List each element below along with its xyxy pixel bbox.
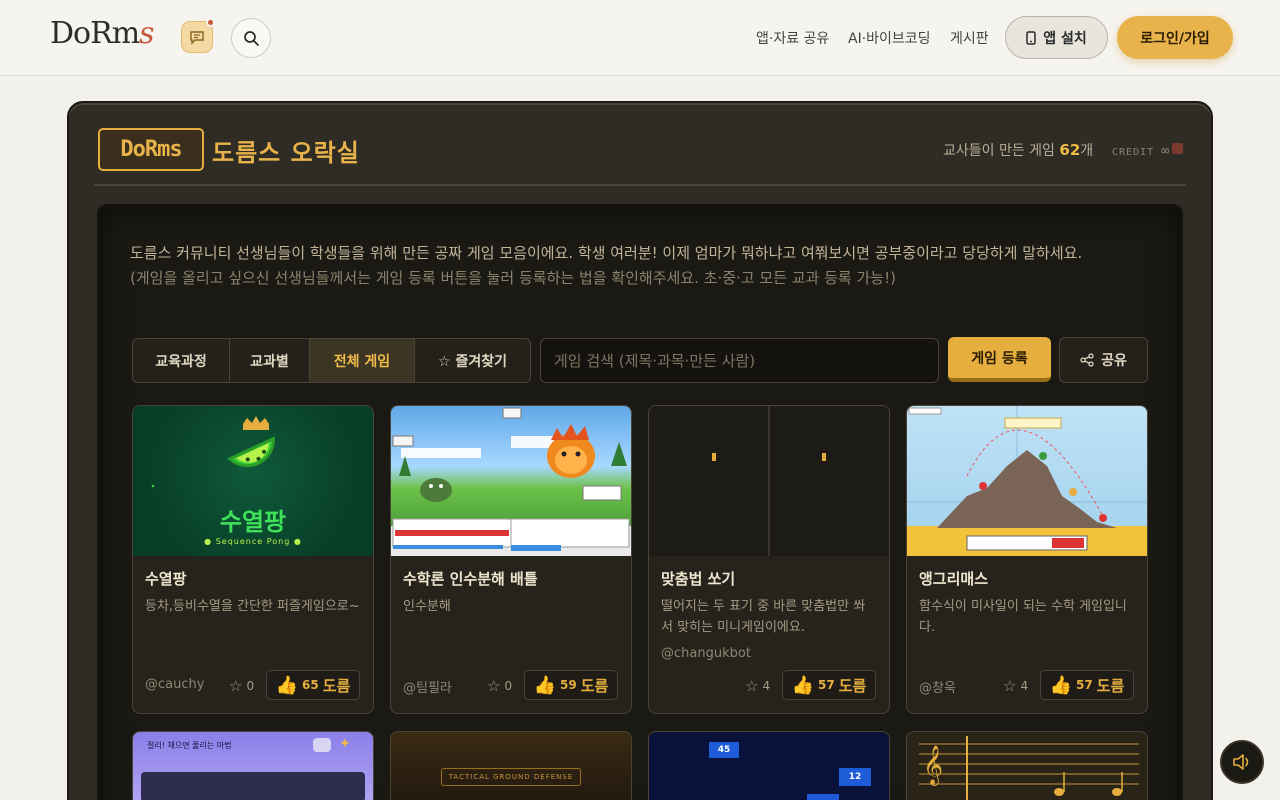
card-description: 함수식이 미사일이 되는 수학 게임입니다.: [919, 599, 1127, 635]
nav-ai-vibe-coding[interactable]: AI·바이브코딩: [848, 28, 931, 48]
battle-scene-icon: [392, 407, 630, 551]
game-card-row2-1[interactable]: 절리! 채으면 풀리는 마법 ✦: [132, 731, 374, 800]
function-graph-icon: [907, 406, 1147, 551]
game-thumbnail: [649, 406, 889, 556]
chat-icon: [190, 31, 204, 45]
like-button[interactable]: 👍 59 도름: [524, 670, 618, 700]
phone-icon: [1026, 30, 1036, 45]
dorms-brand-badge: DoRms: [98, 128, 204, 171]
nav-board[interactable]: 게시판: [950, 28, 989, 48]
card-title: 앵그리매스: [919, 570, 989, 588]
credit-display: CREDIT ∞: [1112, 143, 1171, 159]
game-card-angry-math[interactable]: 앵그리매스 함수식이 미사일이 되는 수학 게임입니다. @창욱 ☆ 4 👍 57 도…: [906, 405, 1148, 714]
tab-subject[interactable]: 교과별: [230, 339, 310, 382]
top-header: DoRms 앱·자료 공유 AI·바이브코딩 게시판 앱 설치 로그인/가입: [0, 0, 1280, 76]
favorite-toggle[interactable]: ☆ 0: [487, 677, 512, 695]
game-card-row2-4[interactable]: 𝄞: [906, 731, 1148, 800]
speaker-icon: [1233, 754, 1249, 770]
arcade-title: 도름스 오락실: [212, 139, 360, 167]
card-description: 인수분해: [403, 599, 451, 614]
like-button[interactable]: 👍 65 도름: [266, 670, 360, 700]
chat-button[interactable]: [181, 18, 215, 53]
thumb-block: [807, 794, 839, 800]
thumb-panel: [141, 772, 365, 800]
star-icon: ☆: [487, 677, 501, 695]
login-signup-button[interactable]: 로그인/가입: [1117, 16, 1233, 59]
header-search-button[interactable]: [231, 18, 271, 58]
thumbs-up-icon: 👍: [533, 674, 557, 696]
card-description: 떨어지는 두 표기 중 바른 맞춤법만 쏴서 맞히는 미니게임이에요.: [661, 599, 866, 635]
credit-led-icon: [1172, 143, 1183, 154]
app-install-button[interactable]: 앱 설치: [1005, 16, 1108, 59]
thumbs-up-icon: 👍: [275, 674, 299, 696]
music-staff-icon: 𝄞: [919, 736, 1139, 800]
share-icon: [1080, 353, 1094, 367]
spelling-game-icon: [712, 406, 826, 556]
register-game-button[interactable]: 게임 등록: [948, 337, 1051, 382]
notification-dot: [206, 18, 215, 27]
game-card-spelling-shooter[interactable]: 맞춤법 쏘기 떨어지는 두 표기 중 바른 맞춤법만 쏴서 맞히는 미니게임이에…: [648, 405, 890, 714]
thumbs-up-icon: 👍: [791, 674, 815, 696]
tab-favorites[interactable]: ☆ 즐겨찾기: [415, 339, 530, 382]
card-title: 맞춤법 쏘기: [661, 570, 736, 588]
card-author[interactable]: @팀필라: [403, 677, 452, 696]
sound-toggle-button[interactable]: [1220, 740, 1264, 784]
share-button[interactable]: 공유: [1059, 337, 1148, 383]
star-icon: ☆: [745, 677, 759, 695]
svg-text:𝄞: 𝄞: [923, 745, 943, 786]
star-icon: ☆: [229, 677, 243, 695]
thumb-title-text: 수열팡: [219, 508, 287, 536]
tab-curriculum[interactable]: 교육과정: [133, 339, 230, 382]
thumb-number-block: 45: [709, 742, 739, 758]
nav-apps-share[interactable]: 앱·자료 공유: [756, 28, 829, 48]
thumb-banner-text: 절리! 채으면 풀리는 마법: [147, 741, 232, 750]
card-title: 수학론 인수분해 배틀: [403, 570, 538, 588]
site-logo[interactable]: DoRms: [50, 16, 155, 51]
game-counter: 교사들이 만든 게임 62개: [943, 141, 1094, 159]
game-thumbnail: 수열팡 ● Sequence Pong ●: [133, 406, 373, 556]
star-icon: ☆: [1003, 677, 1017, 695]
card-author[interactable]: @cauchy: [145, 677, 204, 692]
card-author[interactable]: @창욱: [919, 677, 956, 696]
game-card-row2-2[interactable]: TACTICAL GROUND DEFENSE: [390, 731, 632, 800]
game-thumbnail: [391, 406, 631, 556]
filter-tabs: 교육과정 교과별 전체 게임 ☆ 즐겨찾기: [132, 338, 531, 383]
thumbs-up-icon: 👍: [1049, 674, 1073, 696]
game-search-input[interactable]: [540, 338, 939, 383]
robot-icon: [313, 738, 331, 752]
like-button[interactable]: 👍 57 도름: [782, 670, 876, 700]
card-author[interactable]: @changukbot: [661, 646, 751, 661]
favorite-toggle[interactable]: ☆ 0: [229, 677, 254, 695]
share-label: 공유: [1101, 353, 1127, 369]
game-card-row2-3[interactable]: 45 12: [648, 731, 890, 800]
thumb-banner-text: TACTICAL GROUND DEFENSE: [441, 768, 581, 786]
favorite-toggle[interactable]: ☆ 4: [1003, 677, 1028, 695]
sparkle-icon: ✦: [339, 736, 351, 752]
thumb-number-block: 12: [839, 768, 871, 786]
intro-text: 도름스 커뮤니티 선생님들이 학생들을 위해 만든 공짜 게임 모음이에요. 학…: [130, 244, 1083, 287]
favorite-toggle[interactable]: ☆ 4: [745, 677, 770, 695]
card-description: 등차,등비수열을 간단한 퍼즐게임으로~: [145, 599, 360, 614]
card-title: 수열팡: [145, 570, 187, 588]
search-icon: [243, 30, 259, 46]
app-install-label: 앱 설치: [1043, 30, 1087, 47]
game-card-sequence-pong[interactable]: 수열팡 ● Sequence Pong ● 수열팡 등차,등비수열을 간단한 퍼…: [132, 405, 374, 714]
game-thumbnail: [907, 406, 1147, 556]
divider: [94, 184, 1186, 186]
game-card-factorization-battle[interactable]: 수학론 인수분해 배틀 인수분해 @팀필라 ☆ 0 👍 59 도름: [390, 405, 632, 714]
tab-all-games[interactable]: 전체 게임: [310, 339, 415, 382]
thumb-subtitle-text: ● Sequence Pong ●: [204, 537, 302, 546]
like-button[interactable]: 👍 57 도름: [1040, 670, 1134, 700]
